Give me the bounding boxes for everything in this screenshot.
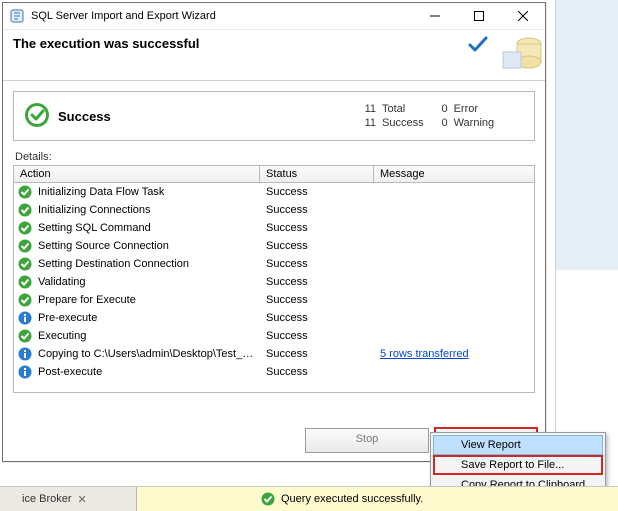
stop-button: Stop bbox=[305, 428, 429, 453]
success-icon bbox=[24, 102, 50, 131]
col-action[interactable]: Action bbox=[14, 166, 260, 182]
action-cell: Setting Destination Connection bbox=[38, 258, 189, 270]
action-cell: Copying to C:\Users\admin\Desktop\Test_C… bbox=[38, 348, 260, 360]
info-icon bbox=[18, 347, 32, 361]
close-button[interactable] bbox=[501, 3, 545, 29]
message-cell[interactable]: 5 rows transferred bbox=[374, 348, 534, 360]
details-label: Details: bbox=[15, 151, 535, 163]
table-row[interactable]: Prepare for Execute Success bbox=[14, 291, 534, 309]
status-cell: Success bbox=[260, 204, 374, 216]
status-cell: Success bbox=[260, 348, 374, 360]
table-row[interactable]: Setting Destination Connection Success bbox=[14, 255, 534, 273]
success-icon bbox=[18, 221, 32, 235]
statusbar: ice Broker ✕ Query executed successfully… bbox=[0, 486, 618, 511]
info-icon bbox=[18, 311, 32, 325]
status-cell: Success bbox=[260, 258, 374, 270]
success-icon bbox=[18, 257, 32, 271]
success-label: Success bbox=[382, 117, 424, 129]
col-status[interactable]: Status bbox=[260, 166, 374, 182]
status-cell: Success bbox=[260, 366, 374, 378]
action-cell: Post-execute bbox=[38, 366, 102, 378]
summary-panel: Success 11 Total 0 Error 11 Success 0 Wa… bbox=[13, 91, 535, 141]
success-icon bbox=[18, 329, 32, 343]
wizard-header: The execution was successful bbox=[3, 30, 545, 81]
statusbar-text: Query executed successfully. bbox=[281, 493, 423, 505]
action-cell: Initializing Data Flow Task bbox=[38, 186, 164, 198]
table-row[interactable]: Copying to C:\Users\admin\Desktop\Test_C… bbox=[14, 345, 534, 363]
success-count: 11 bbox=[358, 117, 376, 129]
app-icon bbox=[9, 8, 25, 24]
maximize-button[interactable] bbox=[457, 3, 501, 29]
success-icon bbox=[18, 275, 32, 289]
total-count: 11 bbox=[358, 103, 376, 115]
action-cell: Setting SQL Command bbox=[38, 222, 151, 234]
success-icon bbox=[18, 239, 32, 253]
status-cell: Success bbox=[260, 294, 374, 306]
table-row[interactable]: Initializing Connections Success bbox=[14, 201, 534, 219]
success-icon bbox=[18, 185, 32, 199]
status-cell: Success bbox=[260, 240, 374, 252]
total-label: Total bbox=[382, 103, 424, 115]
window-title: SQL Server Import and Export Wizard bbox=[31, 10, 413, 22]
action-cell: Validating bbox=[38, 276, 86, 288]
context-menu-item[interactable]: Save Report to File... bbox=[433, 455, 603, 475]
summary-stats: 11 Total 0 Error 11 Success 0 Warning bbox=[358, 103, 494, 129]
action-cell: Pre-execute bbox=[38, 312, 97, 324]
statusbar-message: Query executed successfully. bbox=[257, 492, 423, 506]
table-row[interactable]: Executing Success bbox=[14, 327, 534, 345]
status-cell: Success bbox=[260, 186, 374, 198]
details-grid: Action Status Message Initializing Data … bbox=[13, 165, 535, 393]
wizard-graphic-icon bbox=[499, 32, 543, 75]
warning-label: Warning bbox=[454, 117, 495, 129]
table-row[interactable]: Setting Source Connection Success bbox=[14, 237, 534, 255]
success-check-icon bbox=[467, 34, 489, 59]
context-menu-item[interactable]: View Report bbox=[433, 435, 603, 455]
error-count: 0 bbox=[430, 103, 448, 115]
table-row[interactable]: Pre-execute Success bbox=[14, 309, 534, 327]
error-label: Error bbox=[454, 103, 495, 115]
warning-count: 0 bbox=[430, 117, 448, 129]
summary-status-label: Success bbox=[58, 109, 358, 124]
success-icon bbox=[261, 492, 275, 506]
status-cell: Success bbox=[260, 330, 374, 342]
statusbar-tab-label: ice Broker bbox=[22, 493, 72, 505]
action-cell: Executing bbox=[38, 330, 86, 342]
table-row[interactable]: Post-execute Success bbox=[14, 363, 534, 381]
status-cell: Success bbox=[260, 222, 374, 234]
table-row[interactable]: Setting SQL Command Success bbox=[14, 219, 534, 237]
col-message[interactable]: Message bbox=[374, 166, 534, 182]
status-cell: Success bbox=[260, 276, 374, 288]
info-icon bbox=[18, 365, 32, 379]
action-cell: Setting Source Connection bbox=[38, 240, 169, 252]
action-cell: Prepare for Execute bbox=[38, 294, 136, 306]
grid-header: Action Status Message bbox=[14, 166, 534, 183]
minimize-button[interactable] bbox=[413, 3, 457, 29]
status-cell: Success bbox=[260, 312, 374, 324]
success-icon bbox=[18, 293, 32, 307]
page-title: The execution was successful bbox=[13, 36, 535, 51]
titlebar: SQL Server Import and Export Wizard bbox=[3, 3, 545, 30]
message-link[interactable]: 5 rows transferred bbox=[380, 348, 469, 360]
success-icon bbox=[18, 203, 32, 217]
table-row[interactable]: Initializing Data Flow Task Success bbox=[14, 183, 534, 201]
action-cell: Initializing Connections bbox=[38, 204, 151, 216]
close-icon[interactable]: ✕ bbox=[78, 493, 87, 506]
wizard-window: SQL Server Import and Export Wizard The … bbox=[2, 2, 546, 462]
table-row[interactable]: Validating Success bbox=[14, 273, 534, 291]
statusbar-tab[interactable]: ice Broker ✕ bbox=[0, 487, 137, 511]
